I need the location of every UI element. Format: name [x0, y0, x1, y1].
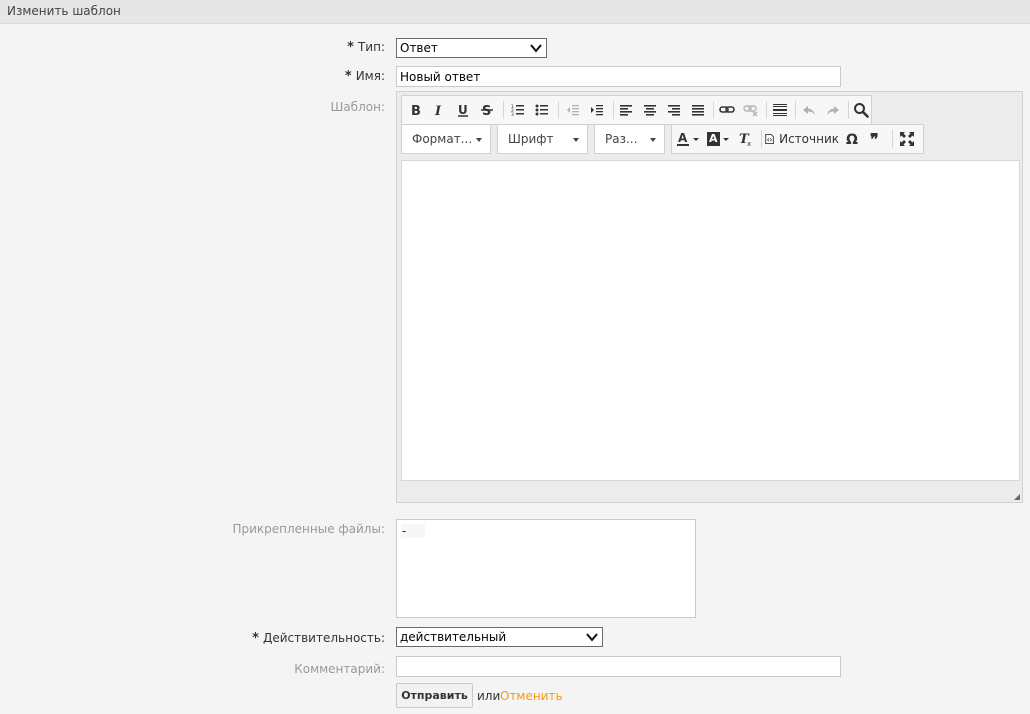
remove-format-button[interactable]: Tx: [735, 129, 757, 149]
chevron-down-icon: [530, 44, 542, 53]
indent-icon: [591, 105, 603, 116]
svg-text:❞: ❞: [870, 131, 879, 147]
align-right-icon: [668, 105, 680, 116]
chevron-down-icon: [650, 138, 656, 142]
cancel-link[interactable]: Отменить: [500, 689, 563, 703]
align-right-button[interactable]: [663, 100, 685, 120]
undo-button[interactable]: [798, 100, 820, 120]
italic-button[interactable]: I: [428, 100, 450, 120]
strikethrough-icon: S: [481, 104, 493, 117]
source-icon: [765, 133, 774, 145]
chevron-down-icon: [573, 138, 579, 142]
chevron-down-icon: [586, 633, 598, 642]
text-color-button[interactable]: A: [675, 129, 703, 149]
required-mark: *: [252, 631, 259, 646]
horizontal-rule-button[interactable]: [769, 100, 791, 120]
type-select[interactable]: Ответ: [396, 38, 547, 58]
blockquote-button[interactable]: ❞: [866, 129, 888, 149]
redo-icon: [827, 106, 839, 115]
svg-text:B: B: [411, 104, 421, 117]
background-color-button[interactable]: A: [705, 129, 733, 149]
source-label: Источник: [779, 132, 839, 146]
underline-icon: U: [458, 103, 468, 117]
name-input[interactable]: Новый ответ: [396, 66, 841, 87]
submit-button[interactable]: Отправить: [396, 683, 473, 708]
required-mark: *: [347, 40, 354, 55]
svg-text:U: U: [458, 103, 468, 117]
text-color-icon: A: [677, 131, 699, 146]
bold-icon: B: [411, 104, 421, 117]
bold-button[interactable]: B: [405, 100, 427, 120]
link-button[interactable]: [716, 100, 738, 120]
numbered-list-icon: 123: [511, 104, 524, 117]
source-button[interactable]: Источник: [765, 129, 839, 149]
comment-label: Комментарий:: [294, 662, 385, 676]
numbered-list-button[interactable]: 123: [507, 100, 529, 120]
format-combo[interactable]: Формат...: [401, 124, 491, 154]
page-title: Изменить шаблон: [7, 4, 121, 18]
svg-text:A: A: [678, 131, 688, 145]
validity-select[interactable]: действительный: [396, 627, 603, 647]
justify-button[interactable]: [687, 100, 709, 120]
svg-text:3: 3: [511, 112, 514, 117]
maximize-button[interactable]: [896, 129, 918, 149]
outdent-icon: [567, 105, 579, 116]
undo-icon: [803, 106, 815, 115]
search-icon: [854, 103, 869, 118]
maximize-icon: [900, 132, 914, 146]
attachments-list[interactable]: -: [396, 519, 696, 618]
special-char-button[interactable]: Ω: [842, 129, 864, 149]
redo-button[interactable]: [822, 100, 844, 120]
list-item[interactable]: -: [401, 524, 425, 538]
justify-icon: [692, 105, 704, 116]
required-mark: *: [344, 69, 352, 84]
size-combo[interactable]: Раз...: [594, 124, 665, 154]
bulleted-list-icon: [535, 104, 548, 116]
align-center-icon: [644, 105, 656, 116]
unlink-icon: [743, 105, 758, 117]
editor-content-area[interactable]: [401, 160, 1020, 481]
link-icon: [719, 106, 735, 113]
toolbar-row-2: A A Tx Источник Ω ❞: [671, 124, 924, 154]
italic-icon: I: [434, 104, 442, 117]
svg-text:A: A: [709, 132, 718, 145]
find-button[interactable]: [850, 100, 872, 120]
underline-button[interactable]: U: [452, 100, 474, 120]
validity-label: * Действительность:: [252, 631, 385, 646]
svg-text:Ω: Ω: [846, 132, 858, 147]
page-header: Изменить шаблон: [0, 0, 1030, 24]
blockquote-icon: ❞: [870, 131, 879, 147]
attachments-label: Прикрепленные файлы:: [232, 522, 385, 536]
rich-text-editor: B I U S 123: [396, 91, 1023, 503]
toolbar-row-1: B I U S 123: [401, 95, 872, 125]
align-left-icon: [620, 105, 632, 116]
strikethrough-button[interactable]: S: [476, 100, 498, 120]
comment-input[interactable]: [396, 656, 841, 677]
align-center-button[interactable]: [639, 100, 661, 120]
name-label: * Имя:: [344, 69, 385, 84]
template-label: Шаблон:: [330, 100, 386, 114]
font-combo[interactable]: Шрифт: [497, 124, 588, 154]
or-text: или: [477, 689, 501, 703]
omega-icon: Ω: [846, 132, 858, 147]
horizontal-rule-icon: [773, 104, 787, 116]
svg-text:I: I: [434, 104, 442, 117]
align-left-button[interactable]: [615, 100, 637, 120]
svg-text:x: x: [747, 140, 751, 147]
unlink-button[interactable]: [740, 100, 762, 120]
bulleted-list-button[interactable]: [531, 100, 553, 120]
type-label: * Тип:: [347, 40, 385, 55]
resize-handle[interactable]: [1014, 494, 1020, 500]
indent-button[interactable]: [586, 100, 608, 120]
background-color-icon: A: [707, 132, 729, 146]
outdent-button[interactable]: [562, 100, 584, 120]
chevron-down-icon: [476, 138, 482, 142]
remove-format-icon: Tx: [739, 132, 751, 147]
